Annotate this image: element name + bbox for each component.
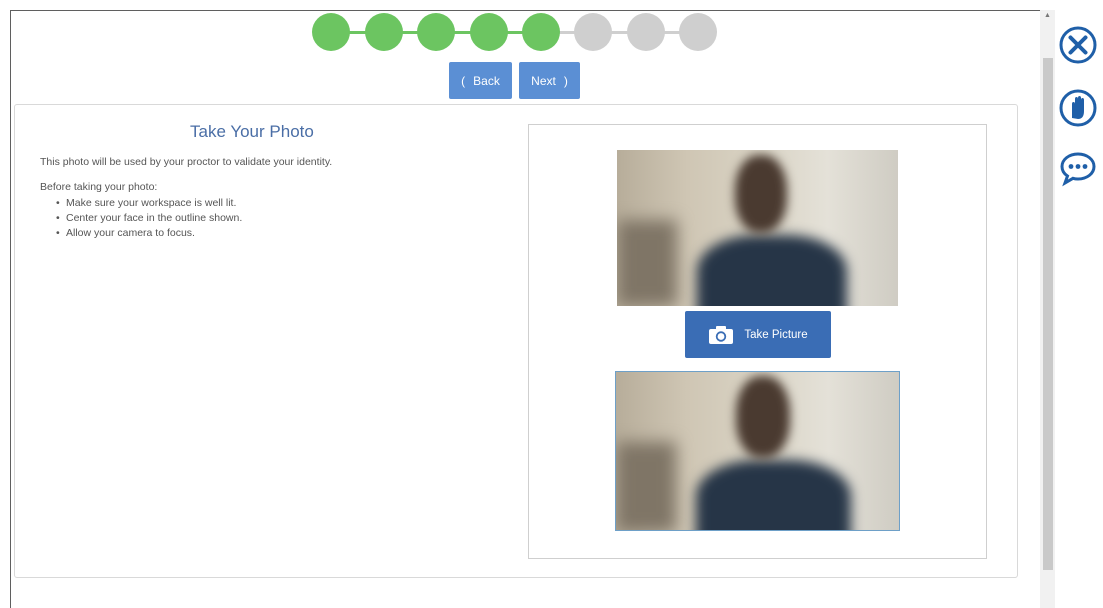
tip-item: Center your face in the outline shown. [56,212,242,227]
next-button-label: Next [531,73,556,88]
next-arrow-icon: ) [563,73,568,88]
progress-step-4 [470,13,508,51]
back-arrow-icon: ( [461,73,466,88]
back-button[interactable]: ( Back [449,62,512,99]
camera-icon [709,325,734,344]
live-camera-preview [617,150,898,306]
instructions-before-label: Before taking your photo: [40,181,158,193]
take-picture-label: Take Picture [744,328,808,341]
instructions-description: This photo will be used by your proctor … [40,156,333,168]
scroll-up-arrow-icon[interactable]: ▲ [1044,12,1051,19]
instructions-tips: Make sure your workspace is well lit. Ce… [56,197,242,242]
tip-item: Allow your camera to focus. [56,227,242,242]
progress-step-2 [365,13,403,51]
progress-steps [312,13,717,51]
progress-step-3 [417,13,455,51]
next-button[interactable]: Next ) [519,62,580,99]
progress-step-7 [627,13,665,51]
close-icon[interactable] [1058,25,1098,65]
take-picture-button[interactable]: Take Picture [685,311,831,358]
chat-icon[interactable] [1058,148,1098,188]
captured-photo [615,371,900,531]
progress-step-5 [522,13,560,51]
progress-line-remaining [541,31,699,34]
progress-step-6 [574,13,612,51]
page-title: Take Your Photo [190,122,314,141]
progress-step-8 [679,13,717,51]
tip-item: Make sure your workspace is well lit. [56,197,242,212]
scrollbar-thumb[interactable] [1043,58,1053,570]
progress-step-1 [312,13,350,51]
back-button-label: Back [473,73,500,88]
raise-hand-icon[interactable] [1058,88,1098,128]
